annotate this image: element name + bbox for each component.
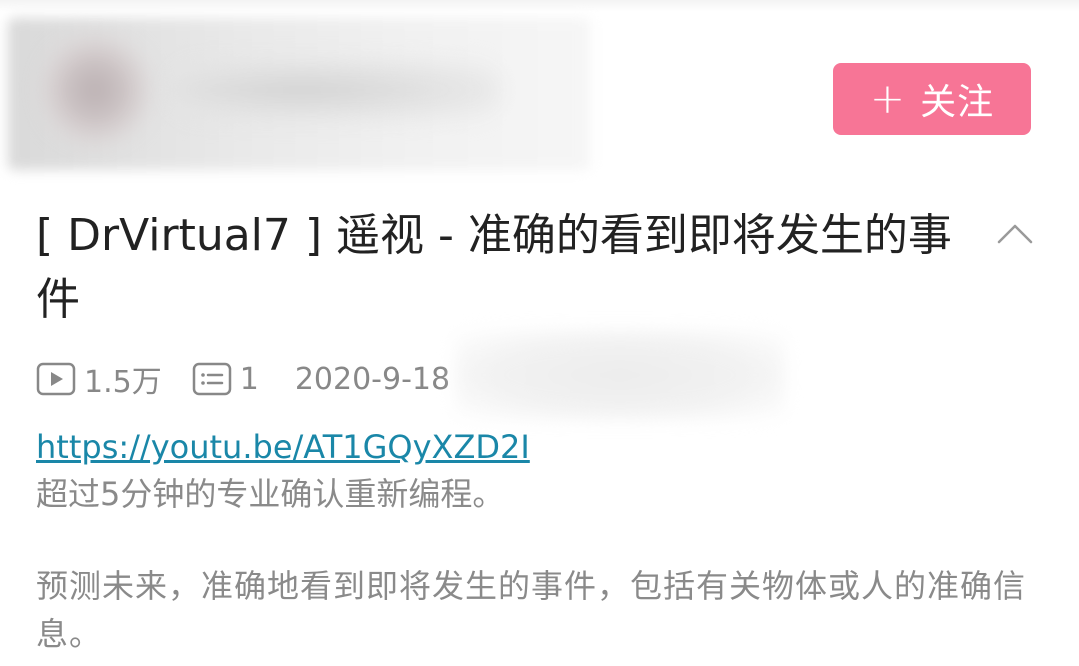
comment-count-value: 1 (239, 361, 259, 397)
publish-date: 2020-9-18 (294, 361, 451, 397)
chevron-up-icon[interactable] (995, 214, 1035, 254)
avatar[interactable] (40, 35, 150, 145)
video-detail-page: + 关注 [ DrVirtual7 ] 遥视 - 准确的看到即将发生的事件 1.… (0, 0, 1079, 666)
comment-icon (192, 362, 231, 396)
follow-button[interactable]: + 关注 (833, 63, 1031, 135)
video-id-blurred (455, 330, 785, 420)
plus-icon: + (869, 74, 907, 123)
uploader-name-blurred[interactable] (170, 60, 500, 120)
view-count: 1.5万 (36, 357, 162, 401)
play-icon (36, 362, 76, 396)
view-count-value: 1.5万 (84, 365, 162, 400)
comment-count[interactable]: 1 (192, 362, 259, 397)
follow-label: 关注 (920, 82, 995, 123)
description-line: 超过5分钟的专业确认重新编程。 (36, 475, 505, 513)
top-divider (0, 0, 1079, 12)
video-stats: 1.5万 1 2020-9-18 (36, 358, 450, 400)
video-title: [ DrVirtual7 ] 遥视 - 准确的看到即将发生的事件 (36, 210, 952, 325)
description-paragraph: 预测未来，准确地看到即将发生的事件，包括有关物体或人的准确信息。 (36, 567, 1027, 653)
youtube-link[interactable]: https://youtu.be/AT1GQyXZD2I (36, 426, 530, 468)
